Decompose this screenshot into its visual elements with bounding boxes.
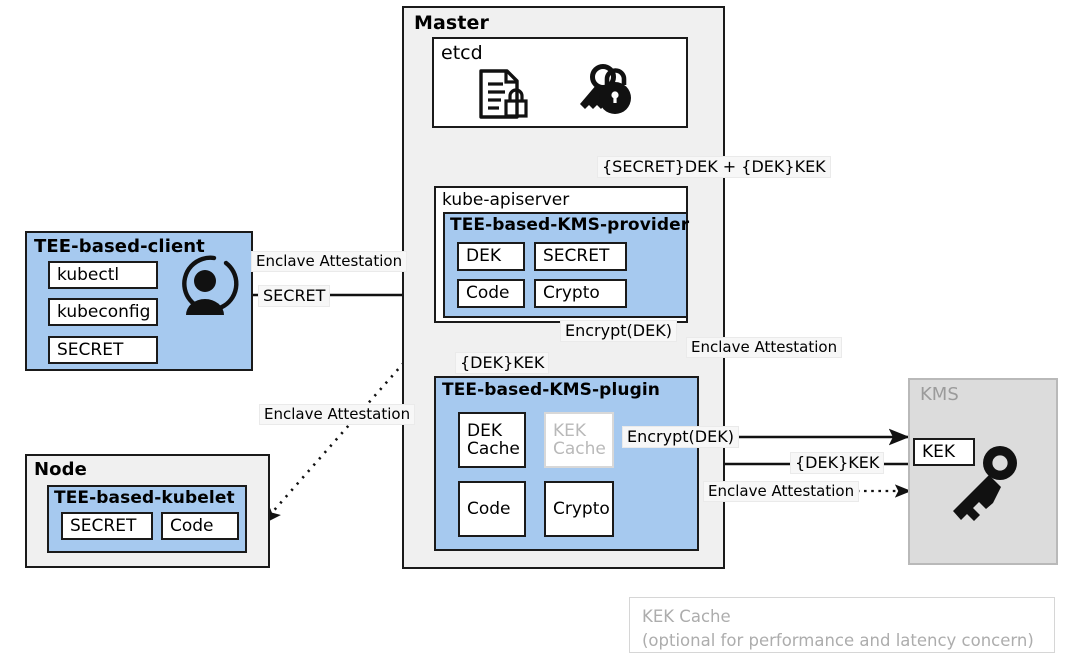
provider-cell-secret: SECRET xyxy=(534,242,627,271)
kubelet-cell-secret: SECRET xyxy=(61,512,153,540)
client-item-secret: SECRET xyxy=(48,336,158,364)
label-encrypt-dek-kms: Encrypt(DEK) xyxy=(622,426,739,449)
key-icon xyxy=(935,438,1027,530)
document-lock-icon xyxy=(475,68,530,120)
kubelet-label: TEE-based-kubelet xyxy=(54,488,235,508)
user-avatar-icon xyxy=(174,253,242,323)
label-dek-kek-up: {DEK}KEK xyxy=(455,352,550,375)
plugin-cell-kek-cache: KEK Cache xyxy=(544,412,614,468)
client-item-kubeconfig: kubeconfig xyxy=(48,298,158,326)
label-secret-dek-kek: {SECRET}DEK + {DEK}KEK xyxy=(597,156,831,179)
plugin-cell-dek-cache: DEK Cache xyxy=(458,412,526,468)
provider-cell-crypto: Crypto xyxy=(534,279,627,308)
node-label: Node xyxy=(34,459,87,480)
label-encrypt-dek-provider: Encrypt(DEK) xyxy=(560,320,677,343)
label-attestation-client: Enclave Attestation xyxy=(251,251,408,273)
plugin-cell-code: Code xyxy=(458,481,526,537)
provider-cell-code: Code xyxy=(457,279,525,308)
label-dek-kek-back: {DEK}KEK xyxy=(790,452,885,475)
label-attestation-node: Enclave Attestation xyxy=(259,404,416,426)
etcd-label: etcd xyxy=(441,42,483,64)
kms-provider-label: TEE-based-KMS-provider xyxy=(450,215,690,235)
key-lock-icon xyxy=(576,63,634,121)
label-attestation-plugin: Enclave Attestation xyxy=(686,337,843,359)
master-label: Master xyxy=(414,12,489,34)
kube-apiserver-label: kube-apiserver xyxy=(442,190,570,210)
client-item-kubectl: kubectl xyxy=(48,261,158,289)
label-attestation-kms: Enclave Attestation xyxy=(703,481,860,503)
provider-cell-dek: DEK xyxy=(457,242,525,271)
kms-label: KMS xyxy=(920,384,959,405)
diagram-canvas: Master etcd kube-apiserver TEE-based-KMS… xyxy=(0,0,1080,669)
legend-kek-cache: KEK Cache (optional for performance and … xyxy=(629,597,1055,653)
kms-plugin-label: TEE-based-KMS-plugin xyxy=(442,380,660,400)
plugin-cell-crypto: Crypto xyxy=(544,481,614,537)
label-secret: SECRET xyxy=(258,285,331,308)
kubelet-cell-code: Code xyxy=(161,512,239,540)
